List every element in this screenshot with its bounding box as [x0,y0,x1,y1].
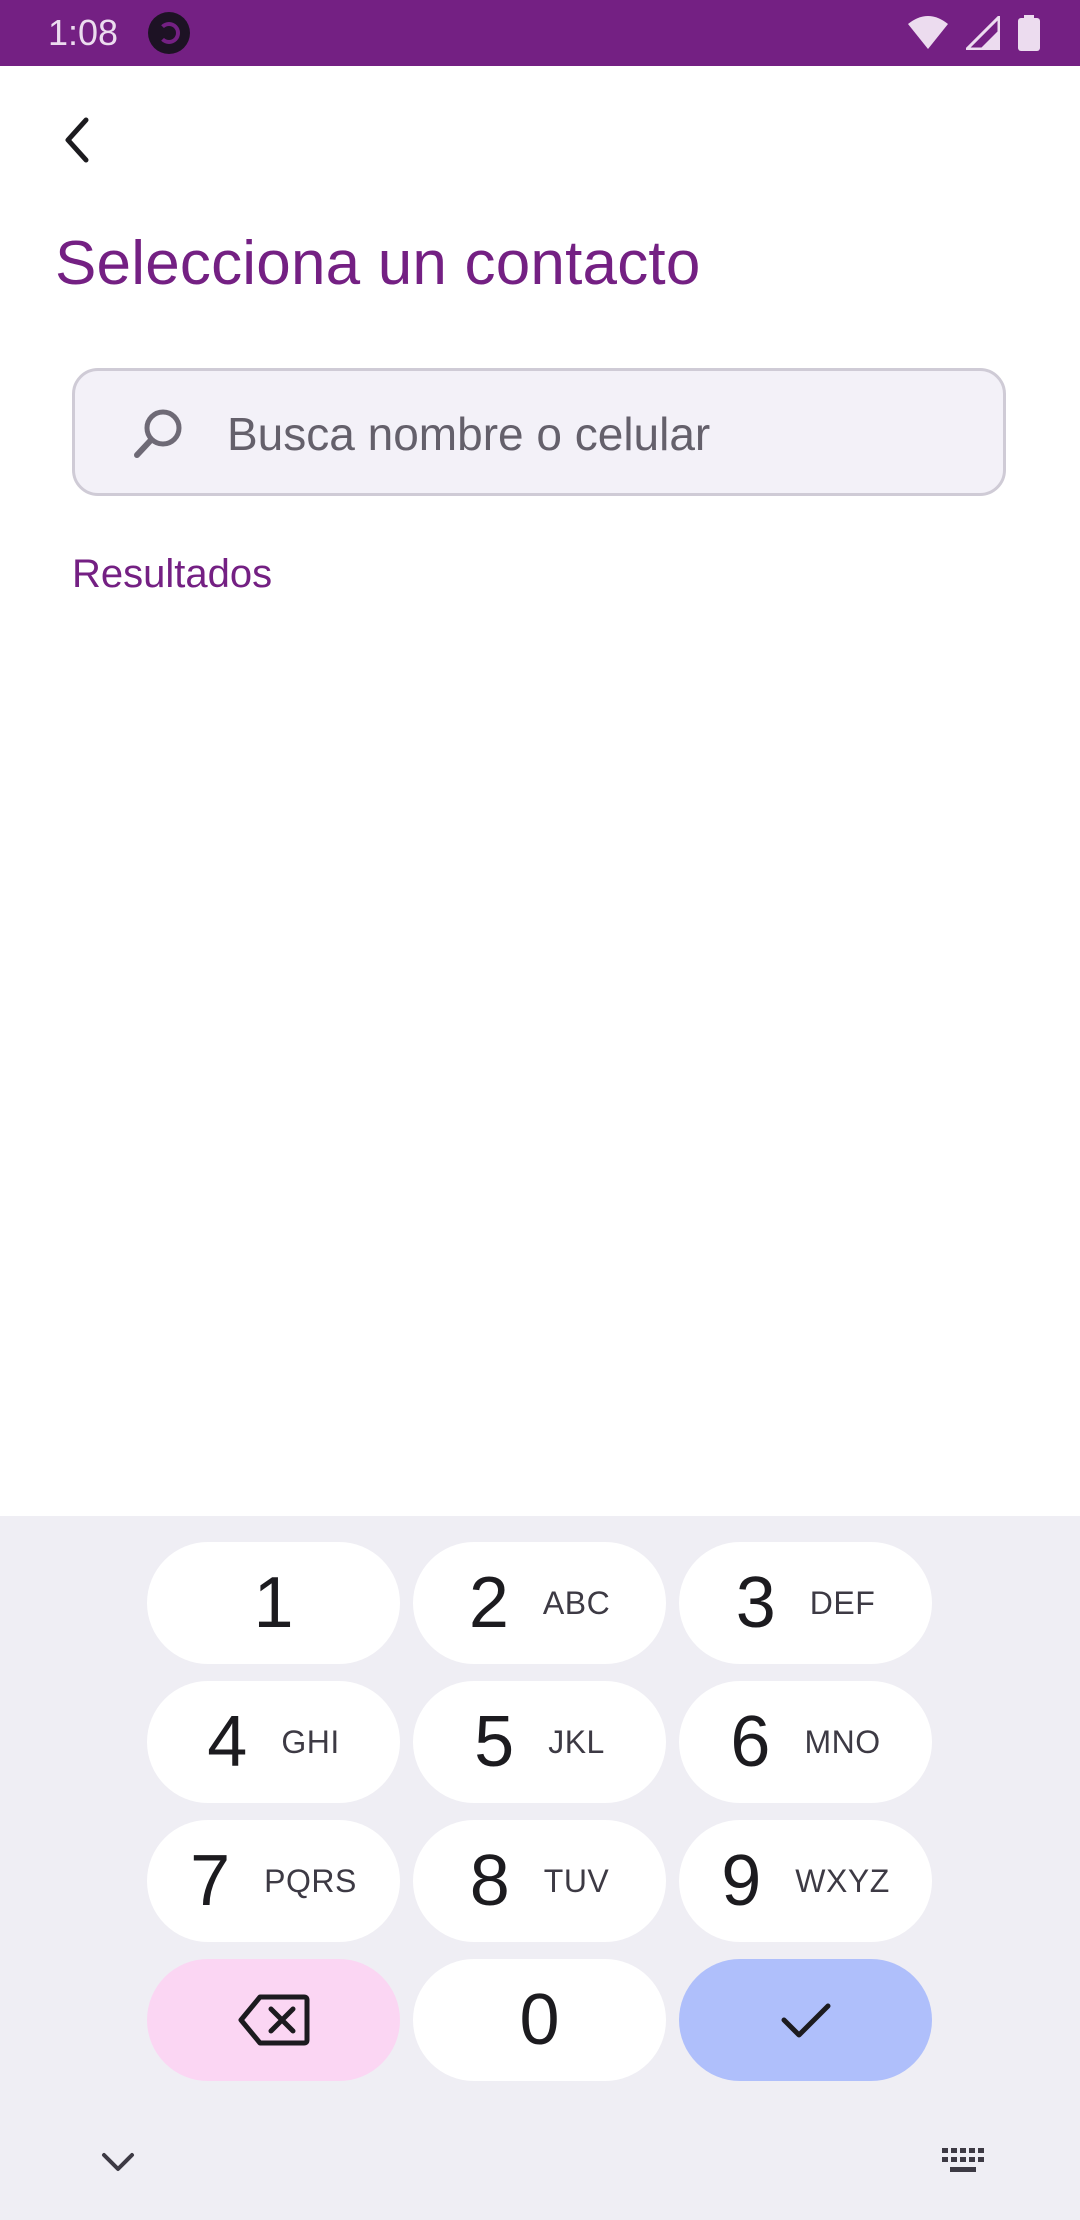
key-digit: 5 [474,1702,515,1782]
status-icons [908,14,1040,52]
key-8[interactable]: 8 TUV [413,1820,666,1942]
key-letters: WXYZ [795,1862,890,1899]
key-letters: JKL [548,1723,605,1760]
key-digit: 8 [469,1841,510,1921]
checkmark-icon [781,2003,830,2038]
key-digit: 1 [253,1563,294,1643]
key-4[interactable]: 4 GHI [147,1681,400,1803]
search-input[interactable] [225,393,989,475]
key-2[interactable]: 2 ABC [413,1542,666,1664]
key-5[interactable]: 5 JKL [413,1681,666,1803]
chevron-down-icon[interactable] [96,2140,140,2184]
delete-key[interactable] [147,1959,400,2081]
results-label: Resultados [72,552,273,596]
app-notification-icon [148,12,190,54]
chevron-left-icon [65,117,89,163]
status-bar: 1:08 [0,0,1080,66]
key-9[interactable]: 9 WXYZ [679,1820,932,1942]
key-digit: 6 [730,1702,771,1782]
backspace-icon [238,1994,309,2046]
key-1[interactable]: 1 [147,1542,400,1664]
wifi-icon [908,16,948,49]
key-letters: TUV [543,1862,610,1899]
back-button[interactable] [46,108,110,172]
search-field[interactable] [72,368,1006,496]
confirm-key[interactable] [679,1959,932,2081]
key-letters: ABC [542,1584,611,1621]
status-time: 1:08 [48,12,119,53]
numeric-keyboard: 1 2 ABC 3 DEF 4 GHI 5 JKL 6 MNO 7 PQRS 8… [0,1516,1080,2220]
key-letters: MNO [804,1723,881,1760]
key-digit: 2 [468,1563,509,1643]
page-title: Selecciona un contacto [55,229,701,298]
key-digit: 7 [190,1841,231,1921]
key-letters: GHI [281,1723,340,1760]
key-digit: 9 [721,1841,762,1921]
key-6[interactable]: 6 MNO [679,1681,932,1803]
key-3[interactable]: 3 DEF [679,1542,932,1664]
keyboard-icon[interactable] [940,2142,986,2182]
key-digit: 4 [207,1702,248,1782]
screen: 1:08 Selecciona un contacto Busca nombre… [0,0,1080,2220]
key-letters: PQRS [264,1862,357,1899]
key-digit: 0 [519,1980,560,2060]
battery-icon [1018,15,1040,51]
keyboard-bottom-bar [0,2140,1080,2200]
key-7[interactable]: 7 PQRS [147,1820,400,1942]
key-0[interactable]: 0 [413,1959,666,2081]
key-letters: DEF [809,1584,876,1621]
search-icon [134,409,182,458]
key-digit: 3 [735,1563,776,1643]
signal-icon [966,16,1000,50]
